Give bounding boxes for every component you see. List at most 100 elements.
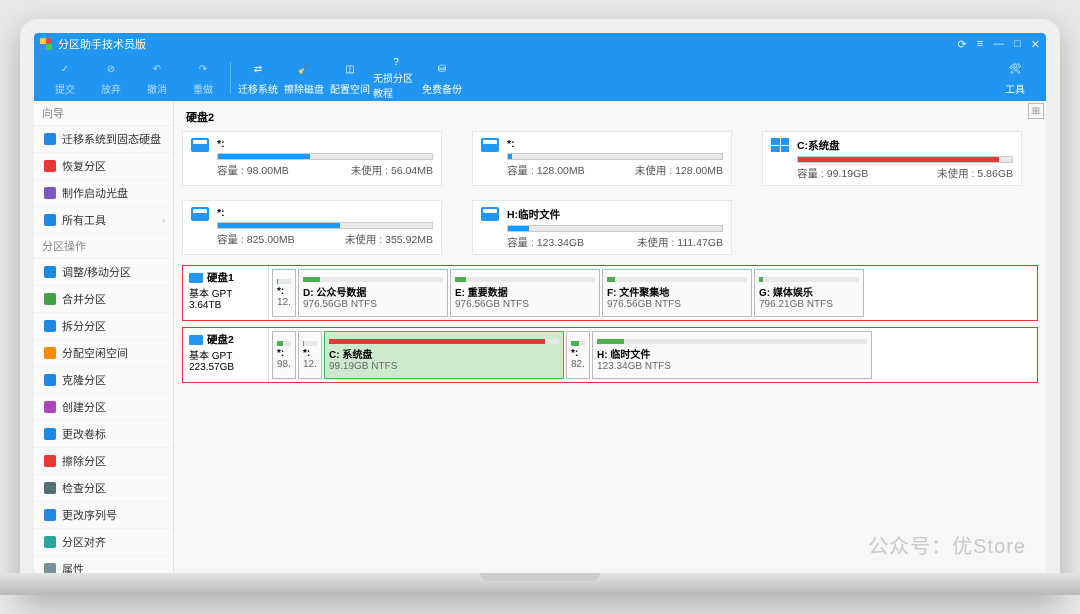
sidebar-item-icon <box>44 347 56 359</box>
volume-1-1[interactable]: *:12... <box>298 331 322 379</box>
volume-name: H: 临时文件 <box>597 346 867 361</box>
sidebar-item-label: 恢复分区 <box>62 158 106 174</box>
usage-bar <box>507 225 723 232</box>
volume-name: D: 公众号数据 <box>303 284 443 299</box>
drive-icon <box>191 138 209 152</box>
partition-card-0[interactable]: *:容量 : 98.00MB未使用 : 56.04MB <box>182 131 442 186</box>
windows-icon <box>771 138 789 152</box>
sidebar-item-ops-4[interactable]: 克隆分区 <box>34 367 173 394</box>
sidebar-item-ops-10[interactable]: 分区对齐 <box>34 529 173 556</box>
refresh-icon[interactable]: ⟳ <box>957 38 966 51</box>
close-icon[interactable]: ✕ <box>1031 38 1040 51</box>
volume-0-0[interactable]: *:12... <box>272 269 296 317</box>
partition-meta: 容量 : 123.34GB未使用 : 111.47GB <box>507 235 723 250</box>
volume-meta: 98... <box>277 359 291 370</box>
watermark: 公众号：优Store <box>868 530 1026 559</box>
volume-name: C: 系统盘 <box>329 346 559 361</box>
sidebar-item-ops-0[interactable]: 调整/移动分区 <box>34 259 173 286</box>
sidebar-item-wizard-0[interactable]: 迁移系统到固态硬盘 <box>34 126 173 153</box>
sidebar-item-icon <box>44 214 56 226</box>
partition-name: H:临时文件 <box>507 207 723 222</box>
sidebar-item-icon <box>44 401 56 413</box>
disk-icon <box>189 335 203 345</box>
migrate-button[interactable]: ⇄迁移系统 <box>235 56 281 100</box>
volume-1-0[interactable]: *:98... <box>272 331 296 379</box>
sidebar-item-label: 擦除分区 <box>62 453 106 469</box>
sidebar-group-ops: 分区操作 <box>34 234 173 259</box>
disk-info[interactable]: 硬盘2基本 GPT223.57GB <box>183 328 269 382</box>
partition-meta: 容量 : 98.00MB未使用 : 56.04MB <box>217 163 433 178</box>
sidebar-item-ops-1[interactable]: 合并分区 <box>34 286 173 313</box>
sidebar-item-ops-6[interactable]: 更改卷标 <box>34 421 173 448</box>
volume-meta: 123.34GB NTFS <box>597 361 867 372</box>
volume-meta: 82... <box>571 359 585 370</box>
sidebar-item-ops-7[interactable]: 擦除分区 <box>34 448 173 475</box>
drive-icon <box>481 138 499 152</box>
sidebar-item-icon <box>44 536 56 548</box>
volume-meta: 99.19GB NTFS <box>329 361 559 372</box>
drive-icon <box>191 207 209 221</box>
partition-card-3[interactable]: *:容量 : 825.00MB未使用 : 355.92MB <box>182 200 442 255</box>
menu-icon[interactable]: ≡ <box>977 38 983 51</box>
partition-card-4[interactable]: H:临时文件容量 : 123.34GB未使用 : 111.47GB <box>472 200 732 255</box>
disk-info[interactable]: 硬盘1基本 GPT3.64TB <box>183 266 269 320</box>
sidebar-item-icon <box>44 266 56 278</box>
content-area: ⊞ 硬盘2 *:容量 : 98.00MB未使用 : 56.04MB*:容量 : … <box>174 101 1046 573</box>
volume-area: *:98...*:12...C: 系统盘99.19GB NTFS*:82...H… <box>269 328 1037 382</box>
sidebar-item-ops-5[interactable]: 创建分区 <box>34 394 173 421</box>
volume-0-2[interactable]: E: 重要数据976.56GB NTFS <box>450 269 600 317</box>
volume-1-3[interactable]: *:82... <box>566 331 590 379</box>
sidebar-item-icon <box>44 428 56 440</box>
sidebar-item-label: 调整/移动分区 <box>62 264 131 280</box>
volume-0-4[interactable]: G: 媒体娱乐796.21GB NTFS <box>754 269 864 317</box>
sidebar-item-label: 更改序列号 <box>62 507 117 523</box>
volume-0-3[interactable]: F: 文件聚集地976.56GB NTFS <box>602 269 752 317</box>
sidebar-item-label: 制作启动光盘 <box>62 185 128 201</box>
sidebar-item-ops-2[interactable]: 拆分分区 <box>34 313 173 340</box>
usage-bar <box>797 156 1013 163</box>
discard-button[interactable]: ⊘放弃 <box>88 56 134 100</box>
partition-card-1[interactable]: *:容量 : 128.00MB未使用 : 128.00MB <box>472 131 732 186</box>
disk-row-1: 硬盘2基本 GPT223.57GB*:98...*:12...C: 系统盘99.… <box>182 327 1038 383</box>
volume-name: F: 文件聚集地 <box>607 284 747 299</box>
sidebar-item-label: 分配空闲空间 <box>62 345 128 361</box>
volume-name: G: 媒体娱乐 <box>759 284 859 299</box>
sidebar-item-wizard-2[interactable]: 制作启动光盘 <box>34 180 173 207</box>
window-controls: ⟳ ≡ — □ ✕ <box>957 38 1040 51</box>
partition-meta: 容量 : 128.00MB未使用 : 128.00MB <box>507 163 723 178</box>
sidebar-item-ops-3[interactable]: 分配空闲空间 <box>34 340 173 367</box>
partition-card-2[interactable]: C:系统盘容量 : 99.19GB未使用 : 5.86GB <box>762 131 1022 186</box>
commit-button[interactable]: ✓提交 <box>42 56 88 100</box>
volume-meta: 12... <box>277 297 291 308</box>
volume-meta: 976.56GB NTFS <box>607 299 747 310</box>
sidebar-item-ops-9[interactable]: 更改序列号 <box>34 502 173 529</box>
volume-name: *: <box>571 348 585 359</box>
partition-meta: 容量 : 825.00MB未使用 : 355.92MB <box>217 232 433 247</box>
undo-button[interactable]: ↶撤消 <box>134 56 180 100</box>
disk2-header: 硬盘2 <box>186 109 1038 125</box>
disk-row-0: 硬盘1基本 GPT3.64TB*:12...D: 公众号数据976.56GB N… <box>182 265 1038 321</box>
maximize-icon[interactable]: □ <box>1014 38 1021 51</box>
erase-button[interactable]: 🧹擦除磁盘 <box>281 56 327 100</box>
space-button[interactable]: ◫配置空间 <box>327 56 373 100</box>
backup-button[interactable]: ⛁免费备份 <box>419 56 465 100</box>
volume-meta: 12... <box>303 359 317 370</box>
volume-1-2[interactable]: C: 系统盘99.19GB NTFS <box>324 331 564 379</box>
sidebar-item-ops-11[interactable]: 属性 <box>34 556 173 573</box>
minimize-icon[interactable]: — <box>993 38 1004 51</box>
tutorial-button[interactable]: ?无损分区教程 <box>373 56 419 100</box>
window-title: 分区助手技术员版 <box>58 36 146 52</box>
sidebar-item-ops-8[interactable]: 检查分区 <box>34 475 173 502</box>
volume-0-1[interactable]: D: 公众号数据976.56GB NTFS <box>298 269 448 317</box>
sidebar-item-wizard-1[interactable]: 恢复分区 <box>34 153 173 180</box>
redo-button[interactable]: ↷重做 <box>180 56 226 100</box>
sidebar-item-icon <box>44 133 56 145</box>
chevron-right-icon: › <box>162 215 165 225</box>
view-toggle-button[interactable]: ⊞ <box>1028 103 1044 119</box>
volume-1-4[interactable]: H: 临时文件123.34GB NTFS <box>592 331 872 379</box>
sidebar-item-label: 合并分区 <box>62 291 106 307</box>
tools-button[interactable]: 🛠工具 <box>992 56 1038 100</box>
sidebar-item-wizard-3[interactable]: 所有工具› <box>34 207 173 234</box>
volume-name: *: <box>303 348 317 359</box>
sidebar-item-label: 检查分区 <box>62 480 106 496</box>
